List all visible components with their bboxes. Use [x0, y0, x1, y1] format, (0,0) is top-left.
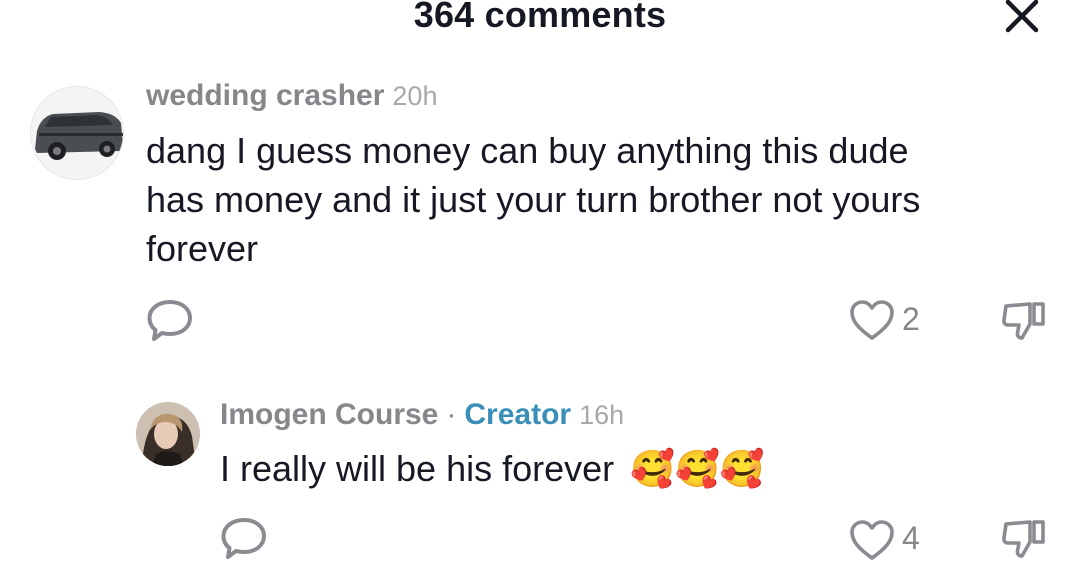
dislike-icon — [1002, 302, 1045, 340]
comment-meta: wedding crasher 20h — [146, 79, 437, 113]
reply-button[interactable] — [220, 516, 268, 567]
avatar[interactable] — [30, 86, 124, 180]
avatar[interactable] — [136, 402, 200, 466]
close-button[interactable] — [1000, 0, 1044, 36]
reply-button[interactable] — [146, 298, 194, 349]
comment-text: dang I guess money can buy anything this… — [146, 126, 920, 273]
reply-icon — [221, 518, 266, 559]
creator-badge: Creator — [464, 398, 572, 431]
comment-text-line: has money and it just your turn brother … — [146, 179, 921, 220]
comments-header-title: 364 comments — [413, 0, 667, 35]
close-icon — [1005, 0, 1039, 33]
heart-icon — [850, 520, 894, 560]
comment-username[interactable]: Imogen Course — [220, 398, 438, 431]
like-button[interactable] — [848, 298, 896, 347]
car-avatar-image — [31, 87, 123, 179]
like-count: 4 — [902, 520, 920, 556]
comment-username[interactable]: wedding crasher — [146, 79, 384, 112]
comment-text-line: forever — [146, 228, 259, 269]
like-count: 2 — [902, 301, 920, 337]
comment-meta: Imogen Course · Creator 16h — [220, 398, 624, 432]
like-button[interactable] — [848, 518, 896, 567]
heart-icon — [850, 300, 894, 340]
dislike-button[interactable] — [1000, 516, 1048, 567]
reply-icon — [147, 300, 192, 341]
smiling-face-with-hearts-emoji: 🥰🥰🥰 — [630, 449, 765, 490]
meta-separator: · — [446, 398, 457, 431]
person-avatar-image — [136, 402, 200, 466]
comment-text-body: I really will be his forever — [220, 448, 615, 489]
comment-text: I really will be his forever 🥰🥰🥰 — [220, 444, 765, 494]
comment-time: 20h — [392, 81, 438, 111]
dislike-icon — [1002, 520, 1045, 558]
comment-time: 16h — [579, 400, 625, 430]
dislike-button[interactable] — [1000, 298, 1048, 349]
comment-text-line: dang I guess money can buy anything this… — [146, 130, 909, 171]
